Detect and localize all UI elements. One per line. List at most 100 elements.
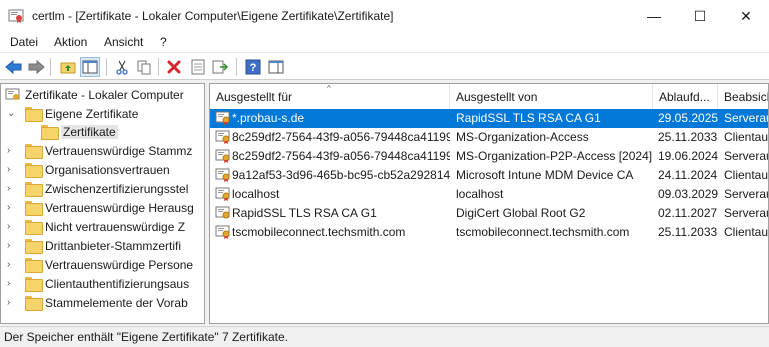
window-title: certlm - [Zertifikate - Lokaler Computer… xyxy=(32,9,394,23)
back-button[interactable] xyxy=(4,57,24,77)
close-button[interactable]: ✕ xyxy=(723,0,769,32)
folder-icon xyxy=(25,144,43,159)
export-list-button[interactable] xyxy=(210,57,230,77)
table-row[interactable]: 9a12af53-3d96-465b-bc95-cb52a2928146 Mic… xyxy=(210,166,769,185)
menu-help[interactable]: ? xyxy=(160,35,167,49)
cut-button[interactable] xyxy=(112,57,132,77)
tree-item[interactable]: › Vertrauenswürdige Stammz xyxy=(7,141,192,160)
column-header-ausgestellt-fuer[interactable]: Ausgestellt für xyxy=(210,84,450,109)
certificate-icon xyxy=(215,110,231,126)
menu-datei[interactable]: Datei xyxy=(10,35,38,49)
close-icon: ✕ xyxy=(740,7,752,24)
up-folder-button[interactable] xyxy=(58,57,78,77)
properties-icon xyxy=(190,59,206,75)
tree-label: Eigene Zertifikate xyxy=(45,106,139,121)
tree-label: Vertrauenswürdige Herausg xyxy=(45,200,194,215)
toolbar-separator xyxy=(158,58,159,76)
column-header-beabsichtigte-zwecke[interactable]: Beabsicl xyxy=(718,84,769,109)
cell-purpose: Clientaut xyxy=(724,168,769,182)
maximize-button[interactable]: ☐ xyxy=(677,0,723,32)
certificate-list[interactable]: ^ Ausgestellt für Ausgestellt von Ablauf… xyxy=(209,83,769,324)
certificate-icon xyxy=(215,148,231,164)
chevron-right-icon[interactable]: › xyxy=(7,278,17,289)
back-arrow-icon xyxy=(5,59,23,75)
certificate-manager-icon xyxy=(8,8,24,24)
certificate-icon xyxy=(215,186,231,202)
tree-item[interactable]: › Zwischenzertifizierungsstel xyxy=(7,179,188,198)
tree-item[interactable]: › Clientauthentifizierungsaus xyxy=(7,274,189,293)
tree-item[interactable]: › Nicht vertrauenswürdige Z xyxy=(7,217,185,236)
copy-icon xyxy=(136,59,152,75)
cell-issued-to: localhost xyxy=(232,187,280,201)
tree-label: Organisationsvertrauen xyxy=(45,162,170,177)
tree-item[interactable]: › Vertrauenswürdige Herausg xyxy=(7,198,194,217)
toolbar-separator xyxy=(50,58,51,76)
chevron-right-icon[interactable]: › xyxy=(7,202,17,213)
chevron-right-icon[interactable]: › xyxy=(7,221,17,232)
tree-label: Clientauthentifizierungsaus xyxy=(45,276,190,291)
tree-label: Stammelemente der Vorab xyxy=(45,295,188,310)
cell-issued-to: 9a12af53-3d96-465b-bc95-cb52a2928146 xyxy=(232,168,450,182)
menu-aktion[interactable]: Aktion xyxy=(54,35,87,49)
properties-button[interactable] xyxy=(188,57,208,77)
tree-item[interactable]: › Drittanbieter-Stammzertifi xyxy=(7,236,181,255)
toolbar-separator xyxy=(236,58,237,76)
cut-icon xyxy=(114,59,130,75)
forward-button[interactable] xyxy=(26,57,46,77)
folder-icon xyxy=(25,201,43,216)
column-header-ausgestellt-von[interactable]: Ausgestellt von xyxy=(450,84,653,109)
chevron-down-icon[interactable]: ⌄ xyxy=(7,108,17,119)
table-row[interactable]: localhost localhost 09.03.2029 Serveraut xyxy=(210,185,768,204)
folder-icon xyxy=(25,296,43,311)
tree-item[interactable]: › Vertrauenswürdige Persone xyxy=(7,255,193,274)
cell-issued-by: RapidSSL TLS RSA CA G1 xyxy=(456,111,601,125)
folder-icon xyxy=(25,277,43,292)
certificate-icon xyxy=(215,129,231,145)
table-row[interactable]: tscmobileconnect.techsmith.com tscmobile… xyxy=(210,223,768,242)
tree-item-eigene-zertifikate[interactable]: ⌄ Eigene Zertifikate xyxy=(7,104,138,123)
cell-issued-to: RapidSSL TLS RSA CA G1 xyxy=(232,206,377,220)
show-hide-tree-button[interactable] xyxy=(80,57,100,77)
minimize-button[interactable]: — xyxy=(631,0,677,32)
certificate-icon xyxy=(215,205,231,221)
show-hide-console-tree-icon xyxy=(82,59,98,75)
title-bar: certlm - [Zertifikate - Lokaler Computer… xyxy=(0,0,769,32)
table-row[interactable]: RapidSSL TLS RSA CA G1 DigiCert Global R… xyxy=(210,204,768,223)
chevron-right-icon[interactable]: › xyxy=(7,164,17,175)
help-icon: ? xyxy=(245,59,261,75)
tree-item-root[interactable]: Zertifikate - Lokaler Computer xyxy=(5,85,184,104)
column-header-label: Beabsicl xyxy=(724,89,769,104)
chevron-right-icon[interactable]: › xyxy=(7,259,17,270)
certificate-icon xyxy=(215,167,231,183)
menu-ansicht[interactable]: Ansicht xyxy=(104,35,143,49)
column-header-label: Ausgestellt von xyxy=(456,89,538,104)
tree-label: Zwischenzertifizierungsstel xyxy=(45,181,189,196)
tree-item[interactable]: › Stammelemente der Vorab xyxy=(7,293,188,312)
toolbar: ? xyxy=(0,52,769,80)
chevron-right-icon[interactable]: › xyxy=(7,183,17,194)
chevron-right-icon[interactable]: › xyxy=(7,297,17,308)
table-row[interactable]: 8c259df2-7564-43f9-a056-79448ca41199 MS-… xyxy=(210,147,768,166)
cell-expires: 09.03.2029 xyxy=(658,187,718,201)
table-row[interactable]: 8c259df2-7564-43f9-a056-79448ca41199 MS-… xyxy=(210,128,768,147)
cell-issued-by: MS-Organization-Access xyxy=(456,130,589,144)
certificate-icon xyxy=(215,224,231,240)
up-folder-icon xyxy=(60,59,76,75)
table-row[interactable]: *.probau-s.de RapidSSL TLS RSA CA G1 29.… xyxy=(210,109,768,128)
column-header-ablaufdatum[interactable]: Ablaufd... xyxy=(653,84,718,109)
delete-button[interactable] xyxy=(164,57,184,77)
action-pane-button[interactable] xyxy=(266,57,286,77)
chevron-right-icon[interactable]: › xyxy=(7,145,17,156)
tree-label: Zertifikate - Lokaler Computer xyxy=(25,87,184,102)
help-button[interactable]: ? xyxy=(243,57,263,77)
tree-item-zertifikate[interactable]: Zertifikate xyxy=(41,122,118,141)
cell-purpose: Serveraut xyxy=(724,111,768,125)
console-tree[interactable]: Zertifikate - Lokaler Computer ⌄ Eigene … xyxy=(0,83,205,324)
tree-label: Vertrauenswürdige Stammz xyxy=(45,143,193,158)
copy-button[interactable] xyxy=(134,57,154,77)
chevron-right-icon[interactable]: › xyxy=(7,240,17,251)
cell-expires: 02.11.2027 xyxy=(658,206,718,220)
tree-item[interactable]: › Organisationsvertrauen xyxy=(7,160,170,179)
cell-expires: 25.11.2033 xyxy=(658,225,718,239)
computer-certificates-icon xyxy=(5,87,21,103)
